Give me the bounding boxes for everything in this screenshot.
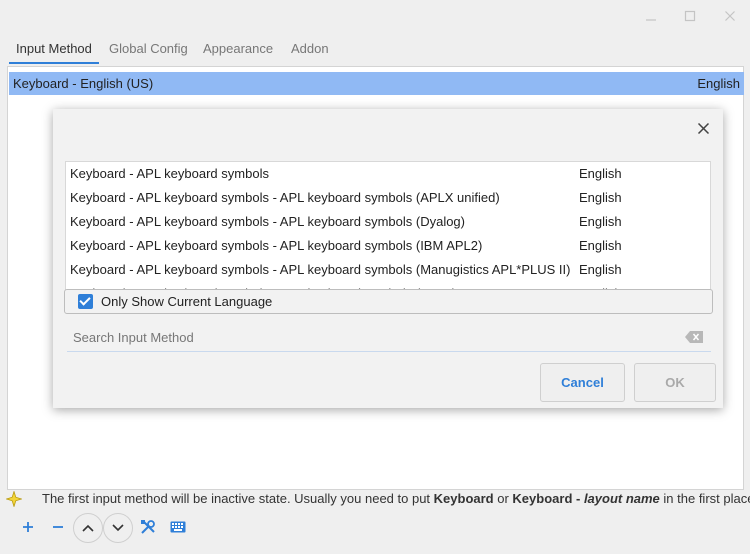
list-item[interactable]: Keyboard - APL keyboard symbols - APL ke… [66, 258, 710, 282]
list-item-name: Keyboard - APL keyboard symbols - APL ke… [70, 190, 500, 205]
move-up-button[interactable] [73, 513, 103, 543]
input-method-language: English [697, 76, 740, 91]
hint-keyboard-dash: Keyboard - [512, 491, 584, 506]
hint-keyword-keyboard: Keyboard [433, 491, 494, 506]
dialog-close-icon[interactable] [693, 119, 713, 139]
list-item-language: English [579, 190, 622, 205]
cancel-button[interactable]: Cancel [540, 363, 625, 402]
hint-keyword-layout: Keyboard - layout name [512, 491, 659, 506]
move-down-button[interactable] [103, 513, 133, 543]
add-input-method-button[interactable] [14, 512, 42, 542]
list-item-name: Keyboard - APL keyboard symbols - APL ke… [70, 262, 571, 277]
remove-input-method-button[interactable] [44, 512, 72, 542]
hint-text: The first input method will be inactive … [42, 489, 750, 509]
keyboard-layout-button[interactable] [164, 512, 192, 542]
available-input-method-list[interactable]: Keyboard - APL keyboard symbols English … [65, 161, 711, 291]
list-item-name: Keyboard - APL keyboard symbols - APL ke… [70, 238, 483, 253]
minimize-icon[interactable] [642, 9, 660, 27]
tab-appearance[interactable]: Appearance [203, 36, 273, 64]
current-input-method-row[interactable]: Keyboard - English (US) English [9, 72, 744, 95]
list-item-language: English [579, 214, 622, 229]
clear-search-icon[interactable] [685, 331, 703, 343]
tab-global-config[interactable]: Global Config [109, 36, 188, 64]
list-item-language: English [579, 166, 622, 181]
list-item[interactable]: Keyboard - APL keyboard symbols - APL ke… [66, 210, 710, 234]
list-item-name: Keyboard - APL keyboard symbols [70, 166, 269, 181]
title-bar [0, 0, 750, 36]
tab-input-method[interactable]: Input Method [9, 36, 99, 64]
sparkle-hint-icon [5, 490, 23, 508]
list-item-language: English [579, 262, 622, 277]
search-bar [67, 323, 711, 352]
tab-addon[interactable]: Addon [291, 36, 329, 64]
hint-layout-name: layout name [583, 491, 660, 506]
list-item[interactable]: Keyboard - APL keyboard symbols - APL ke… [66, 186, 710, 210]
list-item-name: Keyboard - APL keyboard symbols - APL ke… [70, 214, 465, 229]
list-item[interactable]: Keyboard - APL keyboard symbols - APL ke… [66, 234, 710, 258]
only-show-current-language-label: Only Show Current Language [101, 294, 273, 309]
add-input-method-dialog: Keyboard - APL keyboard symbols English … [53, 109, 723, 408]
window-close-icon[interactable] [721, 9, 739, 27]
hint-or: or [493, 491, 513, 506]
hint-message: The first input method will be inactive … [0, 489, 750, 509]
list-item[interactable]: Keyboard - APL keyboard symbols English [66, 162, 710, 186]
input-method-name: Keyboard - English (US) [13, 76, 154, 91]
maximize-icon[interactable] [681, 9, 699, 27]
configure-tools-button[interactable] [134, 512, 162, 542]
bottom-toolbar [0, 512, 750, 544]
hint-prefix: The first input method will be inactive … [42, 491, 434, 506]
checkbox-checked-icon[interactable] [78, 294, 93, 309]
search-input-method-input[interactable] [67, 323, 677, 351]
list-item-language: English [579, 238, 622, 253]
hint-suffix: in the first place. [659, 491, 750, 506]
ok-button[interactable]: OK [634, 363, 716, 402]
only-show-current-language-checkbox[interactable]: Only Show Current Language [64, 289, 713, 314]
